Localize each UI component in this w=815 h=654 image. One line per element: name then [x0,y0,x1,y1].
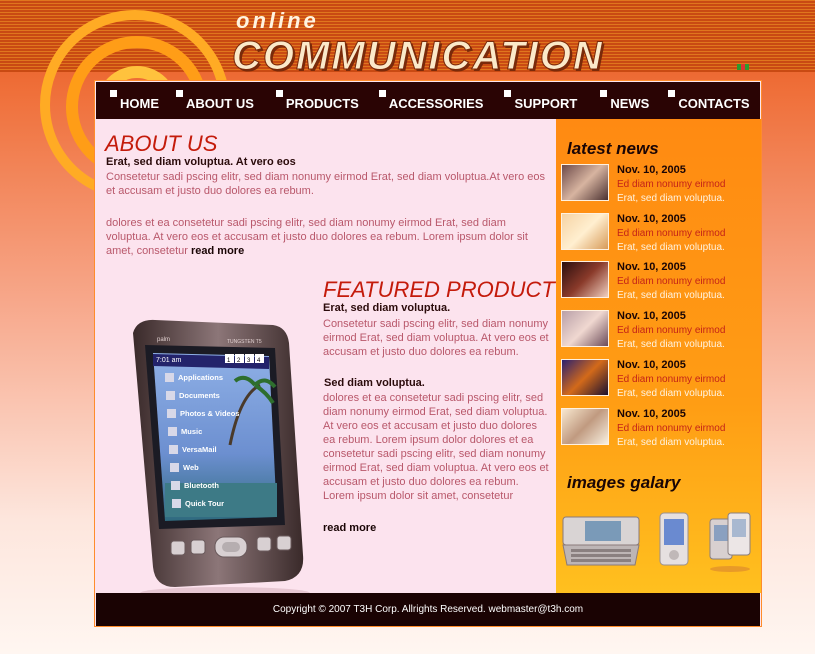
nav-support[interactable]: SUPPORT [504,90,578,111]
device-app-label: Quick Tour [185,499,224,508]
news-desc: Erat, sed diam voluptua. [617,242,725,253]
nav-products[interactable]: PRODUCTS [275,90,359,111]
page-frame: HOME ABOUT US PRODUCTS ACCESSORIES SUPPO… [94,80,762,627]
nav-bullet-icon [378,90,386,97]
news-desc: Erat, sed diam voluptua. [617,290,725,301]
nav-bullet-icon [275,90,283,97]
nav-news[interactable]: NEWS [600,90,650,111]
news-headline-link[interactable]: Ed diam nonumy eirmod [617,423,725,434]
nav-label: SUPPORT [514,96,578,111]
nav-home[interactable]: HOME [110,90,159,111]
device-app-label: Applications [178,373,223,382]
news-item[interactable]: Nov. 10, 2005 Ed diam nonumy eirmod Erat… [561,213,756,253]
latest-news-title: latest news [567,139,659,158]
main-content: ABOUT US Erat, sed diam voluptua. At ver… [95,119,555,599]
nav-bullet-icon [668,90,676,97]
news-item[interactable]: Nov. 10, 2005 Ed diam nonumy eirmod Erat… [561,261,756,301]
nav-label: ACCESSORIES [388,96,484,111]
device-brand: palm [157,337,170,343]
nav-about-us[interactable]: ABOUT US [176,90,254,111]
news-headline-link[interactable]: Ed diam nonumy eirmod [617,325,725,336]
device-model: TUNGSTEN T5 [227,339,262,345]
logo-online-text: online [236,8,319,33]
about-para2-text: dolores et ea consetetur sadi pscing eli… [106,217,528,257]
gallery-title: images galary [567,473,681,492]
news-headline-link[interactable]: Ed diam nonumy eirmod [617,228,725,239]
about-para1: Consetetur sadi pscing elitr, sed diam n… [106,171,546,197]
nav-contacts[interactable]: CONTACTS [668,90,750,111]
featured-para2: dolores et ea consetetur sadi pscing eli… [323,392,549,502]
nav-label: HOME [120,96,159,111]
headset-thumb-icon [561,310,609,347]
device-app-label: VersaMail [182,445,217,454]
news-date: Nov. 10, 2005 [617,213,686,225]
nav-label: CONTACTS [678,96,750,111]
right-sidebar: latest news Nov. 10, 2005 Ed diam nonumy… [556,119,761,593]
about-read-more-link[interactable]: read more [191,245,244,257]
nav-label: ABOUT US [186,96,254,111]
logo-main-text: COMMUNICATION [232,34,604,79]
news-date: Nov. 10, 2005 [617,261,686,273]
city-thumb-icon [561,164,609,201]
gallery-image-pda[interactable] [654,511,694,571]
sunset-thumb-icon [561,359,609,396]
featured-subtitle2: Sed diam voluptua. [324,377,425,389]
news-date: Nov. 10, 2005 [617,359,686,371]
featured-title: FEATURED PRODUCT [323,277,555,302]
device-app-label: Photos & Videos [180,409,239,418]
about-title: ABOUT US [105,131,218,156]
footer: Copyright © 2007 T3H Corp. Allrights Res… [96,593,760,626]
nav-bullet-icon [176,90,183,97]
device-app-label: Documents [179,391,220,400]
nav-bullet-icon [504,90,512,97]
featured-read-more-link[interactable]: read more [323,522,376,534]
flag-icon [737,64,749,70]
device-thumb-icon [561,408,609,445]
news-desc: Erat, sed diam voluptua. [617,339,725,350]
nav-label: NEWS [610,96,650,111]
device-app-label: Music [181,427,202,436]
news-headline-link[interactable]: Ed diam nonumy eirmod [617,374,725,385]
device-time: 7:01 am [156,357,181,364]
about-subtitle: Erat, sed diam voluptua. At vero eos [106,156,296,168]
featured-para1: Consetetur sadi pscing elitr, sed diam n… [323,318,549,358]
news-desc: Erat, sed diam voluptua. [617,437,725,448]
gallery-image-keyboard[interactable] [561,513,643,569]
device-app-label: Web [183,463,199,472]
nav-accessories[interactable]: ACCESSORIES [378,90,484,111]
news-date: Nov. 10, 2005 [617,408,686,420]
news-date: Nov. 10, 2005 [617,310,686,322]
nav-label: PRODUCTS [285,96,359,111]
main-nav: HOME ABOUT US PRODUCTS ACCESSORIES SUPPO… [96,82,760,119]
news-headline-link[interactable]: Ed diam nonumy eirmod [617,179,725,190]
news-item[interactable]: Nov. 10, 2005 Ed diam nonumy eirmod Erat… [561,408,756,448]
nav-bullet-icon [110,90,117,97]
footer-copyright: Copyright © 2007 T3H Corp. Allrights Res… [272,604,584,615]
about-para2: dolores et ea consetetur sadi pscing eli… [106,216,546,258]
nav-bullet-icon [600,90,608,97]
news-desc: Erat, sed diam voluptua. [617,193,725,204]
pda-device-image: 7:01 am 1 2 3 4 Applications Documents P… [133,319,310,599]
news-item[interactable]: Nov. 10, 2005 Ed diam nonumy eirmod Erat… [561,310,756,350]
news-date: Nov. 10, 2005 [617,164,686,176]
featured-subtitle1: Erat, sed diam voluptua. [323,302,451,314]
news-item[interactable]: Nov. 10, 2005 Ed diam nonumy eirmod Erat… [561,359,756,399]
office-thumb-icon [561,213,609,250]
gallery-image-phones[interactable] [704,509,756,575]
news-desc: Erat, sed diam voluptua. [617,388,725,399]
news-headline-link[interactable]: Ed diam nonumy eirmod [617,276,725,287]
news-item[interactable]: Nov. 10, 2005 Ed diam nonumy eirmod Erat… [561,164,756,204]
business-thumb-icon [561,261,609,298]
device-app-label: Bluetooth [184,481,219,490]
